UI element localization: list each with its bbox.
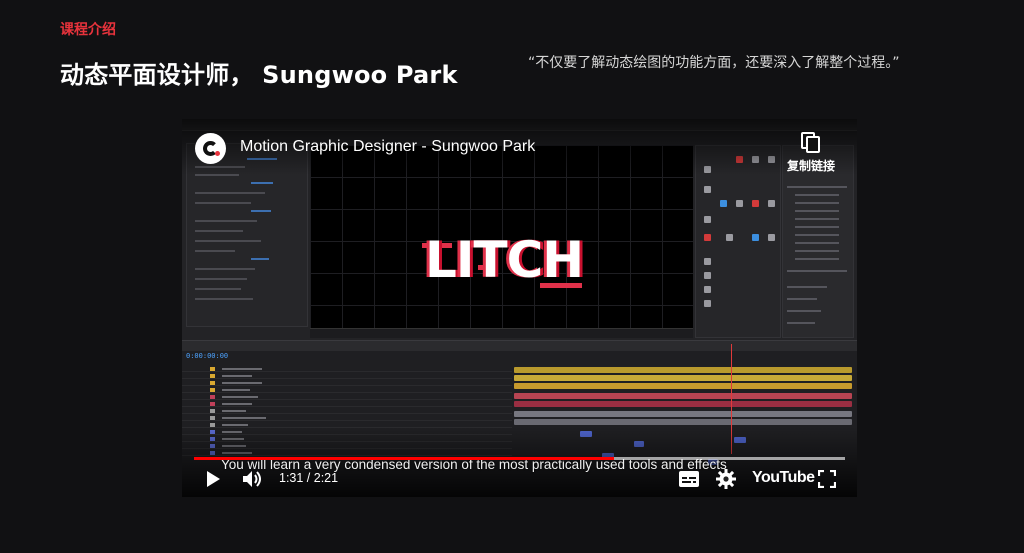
progress-bar[interactable] (194, 457, 845, 460)
volume-icon[interactable] (242, 469, 264, 489)
section-label: 课程介绍 (60, 22, 116, 38)
gear-icon[interactable] (716, 469, 736, 489)
progress-buffered (614, 457, 845, 460)
play-icon[interactable] (204, 470, 222, 488)
ae-viewer-footer (310, 328, 693, 338)
page-title: 动态平面设计师， Sungwoo Park (60, 61, 458, 89)
course-intro-page: 课程介绍 动态平面设计师， Sungwoo Park “不仅要了解动态绘图的功能… (0, 0, 1024, 553)
glitch-title-text: LITCH (425, 231, 584, 289)
progress-played (194, 457, 614, 460)
video-player[interactable]: LITCH 0:00:00:00 Motion Graphic Designer… (182, 119, 857, 497)
time-display: 1:31 / 2:21 (279, 471, 339, 485)
video-title[interactable]: Motion Graphic Designer - Sungwoo Park (240, 138, 535, 156)
closed-captions-icon[interactable] (679, 471, 699, 487)
youtube-logo[interactable]: YouTube (752, 469, 815, 487)
timecode: 0:00:00:00 (186, 352, 229, 360)
copy-icon (801, 132, 820, 153)
channel-logo-icon[interactable] (195, 133, 226, 164)
copy-link-label: 复制链接 (786, 159, 835, 173)
fullscreen-icon[interactable] (818, 470, 836, 488)
instructor-quote: “不仅要了解动态绘图的功能方面，还要深入了解整个过程。” (528, 55, 900, 71)
copy-link-button[interactable]: 复制链接 (779, 130, 843, 176)
